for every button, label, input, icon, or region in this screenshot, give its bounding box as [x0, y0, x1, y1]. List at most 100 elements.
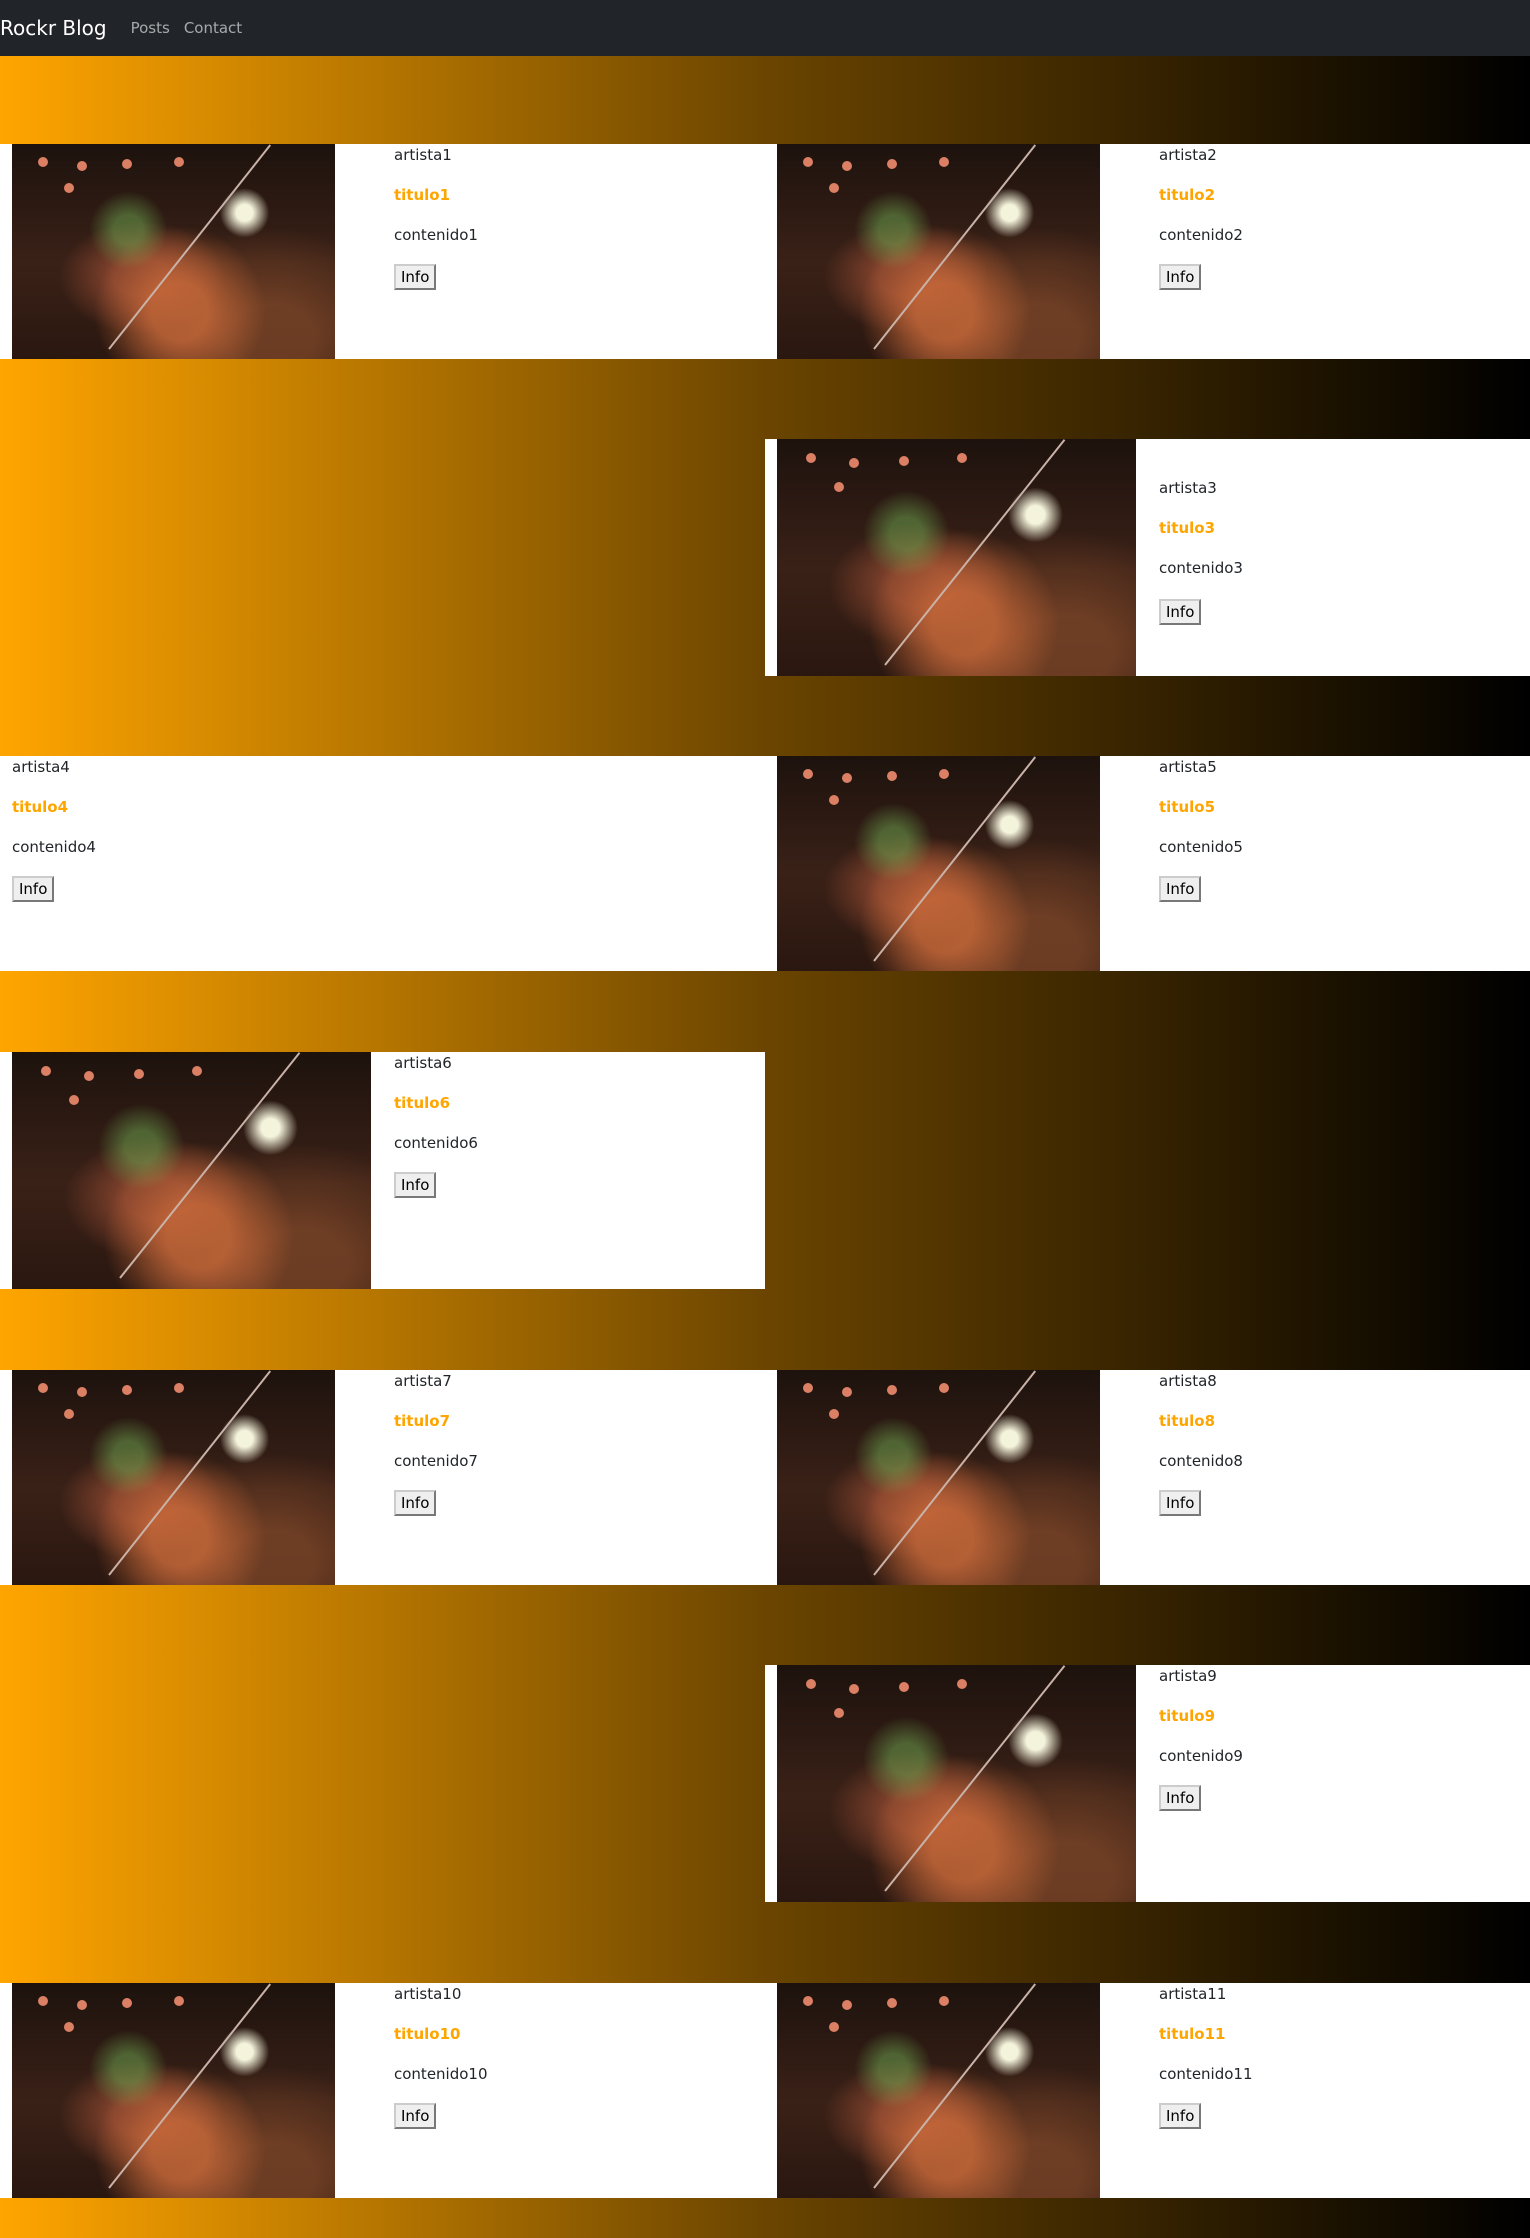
- info-button-1[interactable]: Info: [394, 264, 437, 290]
- bokeh-light: [848, 1683, 859, 1694]
- info-button-4[interactable]: Info: [12, 876, 55, 902]
- bokeh-light: [802, 156, 813, 167]
- bokeh-light: [828, 2021, 839, 2032]
- mic-stand: [883, 439, 1065, 666]
- post-card-6: artista6 titulo6 contenido6 Info: [0, 1052, 765, 1289]
- post-card-3: artista3 titulo3 contenido3 Info: [765, 439, 1530, 676]
- bokeh-light: [76, 161, 87, 172]
- bokeh-light: [63, 2021, 74, 2032]
- bokeh-light: [121, 1998, 132, 2009]
- post-artist-6: artista6: [394, 1054, 452, 1072]
- post-image-5: [777, 756, 1100, 971]
- bokeh-light: [938, 768, 949, 779]
- bokeh-light: [37, 156, 48, 167]
- post-artist-3: artista3: [1159, 479, 1217, 497]
- bokeh-light: [121, 159, 132, 170]
- post-card-5: artista5 titulo5 contenido5 Info: [765, 756, 1530, 971]
- post-card-7: artista7 titulo7 contenido7 Info: [0, 1370, 765, 1585]
- bokeh-light: [40, 1066, 51, 1077]
- post-artist-2: artista2: [1159, 146, 1217, 164]
- post-card-1: artista1 titulo1 contenido1 Info: [0, 144, 765, 359]
- bokeh-light: [805, 453, 816, 464]
- post-image-9: [777, 1665, 1136, 1902]
- info-button-3[interactable]: Info: [1159, 599, 1202, 625]
- post-content-4: contenido4: [12, 838, 96, 856]
- info-button-5[interactable]: Info: [1159, 876, 1202, 902]
- bokeh-light: [173, 1995, 184, 2006]
- post-artist-5: artista5: [1159, 758, 1217, 776]
- bokeh-light: [805, 1679, 816, 1690]
- brand-logo[interactable]: Rockr Blog: [0, 16, 107, 40]
- post-content-5: contenido5: [1159, 838, 1243, 856]
- bokeh-light: [841, 1387, 852, 1398]
- navbar: Rockr Blog Posts Contact: [0, 0, 1530, 56]
- mic-stand: [118, 1052, 300, 1279]
- post-image-7: [12, 1370, 335, 1585]
- bokeh-light: [834, 481, 845, 492]
- bokeh-light: [938, 1995, 949, 2006]
- bokeh-light: [802, 1382, 813, 1393]
- mic-stand: [873, 1370, 1037, 1576]
- post-image-6: [12, 1052, 371, 1289]
- info-button-6[interactable]: Info: [394, 1172, 437, 1198]
- mic-stand: [873, 756, 1037, 962]
- post-title-10: titulo10: [394, 2025, 461, 2043]
- bokeh-light: [899, 455, 910, 466]
- post-image-2: [777, 144, 1100, 359]
- post-artist-7: artista7: [394, 1372, 452, 1390]
- info-button-10[interactable]: Info: [394, 2103, 437, 2129]
- bokeh-light: [802, 768, 813, 779]
- info-button-8[interactable]: Info: [1159, 1490, 1202, 1516]
- post-content-6: contenido6: [394, 1134, 478, 1152]
- post-content-8: contenido8: [1159, 1452, 1243, 1470]
- post-card-9: artista9 titulo9 contenido9 Info: [765, 1665, 1530, 1902]
- info-button-11[interactable]: Info: [1159, 2103, 1202, 2129]
- post-title-7: titulo7: [394, 1412, 451, 1430]
- info-button-7[interactable]: Info: [394, 1490, 437, 1516]
- bokeh-light: [956, 1679, 967, 1690]
- post-artist-1: artista1: [394, 146, 452, 164]
- nav-link-contact[interactable]: Contact: [184, 19, 242, 37]
- bokeh-light: [173, 1382, 184, 1393]
- post-card-10: artista10 titulo10 contenido10 Info: [0, 1983, 765, 2198]
- nav-link-posts[interactable]: Posts: [131, 19, 170, 37]
- info-button-9[interactable]: Info: [1159, 1785, 1202, 1811]
- post-content-11: contenido11: [1159, 2065, 1253, 2083]
- post-card-11: artista11 titulo11 contenido11 Info: [765, 1983, 1530, 2198]
- bokeh-light: [63, 1408, 74, 1419]
- post-content-9: contenido9: [1159, 1747, 1243, 1765]
- bokeh-light: [37, 1382, 48, 1393]
- post-image-8: [777, 1370, 1100, 1585]
- mic-stand: [873, 144, 1037, 350]
- post-card-8: artista8 titulo8 contenido8 Info: [765, 1370, 1530, 1585]
- bokeh-light: [191, 1066, 202, 1077]
- post-title-2: titulo2: [1159, 186, 1216, 204]
- post-artist-11: artista11: [1159, 1985, 1227, 2003]
- bokeh-light: [841, 773, 852, 784]
- post-content-3: contenido3: [1159, 559, 1243, 577]
- info-button-2[interactable]: Info: [1159, 264, 1202, 290]
- bokeh-light: [83, 1070, 94, 1081]
- post-card-4: artista4 titulo4 contenido4 Info: [0, 756, 765, 971]
- bokeh-light: [37, 1995, 48, 2006]
- post-title-9: titulo9: [1159, 1707, 1216, 1725]
- bokeh-light: [848, 457, 859, 468]
- bokeh-light: [899, 1681, 910, 1692]
- bokeh-light: [828, 794, 839, 805]
- post-artist-8: artista8: [1159, 1372, 1217, 1390]
- mic-stand: [108, 1983, 272, 2189]
- post-artist-9: artista9: [1159, 1667, 1217, 1685]
- bokeh-light: [938, 1382, 949, 1393]
- post-title-4: titulo4: [12, 798, 69, 816]
- bokeh-light: [886, 159, 897, 170]
- post-title-5: titulo5: [1159, 798, 1216, 816]
- post-title-3: titulo3: [1159, 519, 1216, 537]
- mic-stand: [108, 144, 272, 350]
- post-image-1: [12, 144, 335, 359]
- bokeh-light: [886, 1998, 897, 2009]
- bokeh-light: [134, 1068, 145, 1079]
- bokeh-light: [76, 2000, 87, 2011]
- bokeh-light: [76, 1387, 87, 1398]
- post-content-1: contenido1: [394, 226, 478, 244]
- post-title-1: titulo1: [394, 186, 451, 204]
